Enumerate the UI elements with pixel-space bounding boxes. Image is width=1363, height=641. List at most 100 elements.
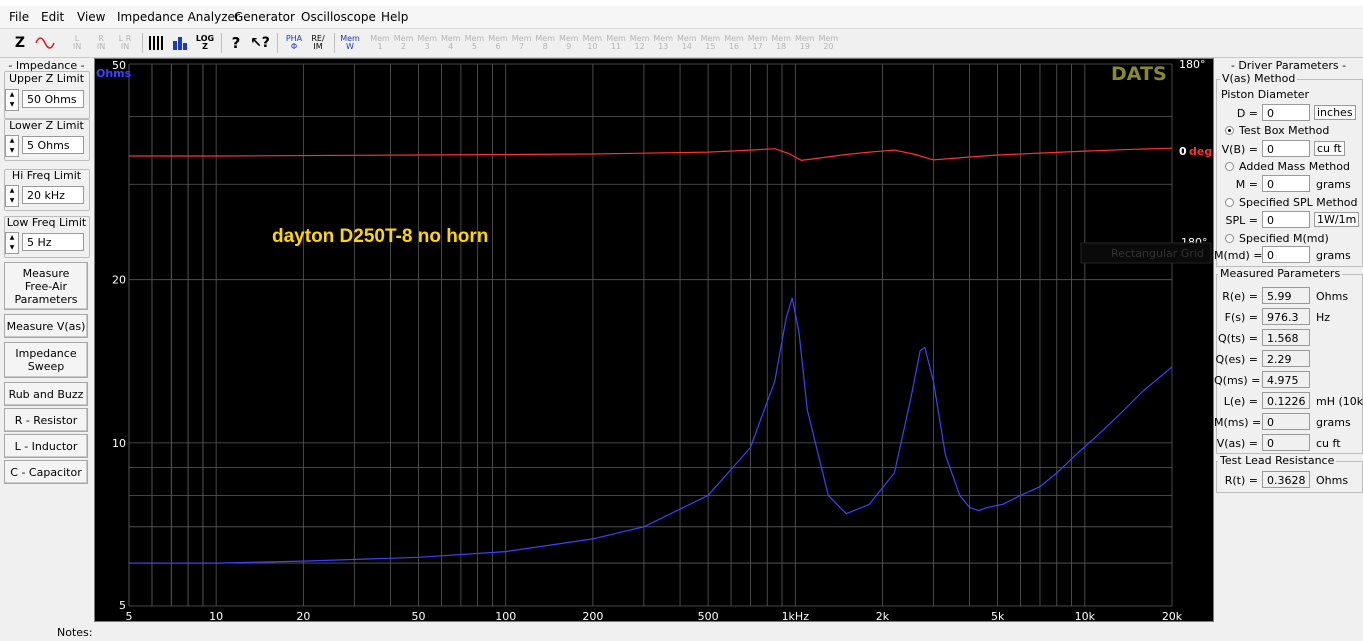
memory-slot-button[interactable]: Mem 10 <box>581 32 603 54</box>
d-field[interactable]: 0 <box>1262 104 1310 121</box>
frequency-bars-icon[interactable] <box>146 32 168 54</box>
menu-file[interactable]: File <box>9 10 29 24</box>
menu-impedance-analyzer[interactable]: Impedance Analyzer <box>117 10 240 24</box>
added-mass-radio[interactable] <box>1225 162 1234 171</box>
menu-help[interactable]: Help <box>381 10 408 24</box>
m-field[interactable]: 0 <box>1262 175 1310 192</box>
measure-free-air-button[interactable]: Measure Free-Air Parameters <box>4 262 88 310</box>
bar-graph-icon[interactable] <box>170 32 192 54</box>
y-axis-unit: Ohms <box>96 67 132 80</box>
added-mass-label: Added Mass Method <box>1239 160 1350 173</box>
inductor-button[interactable]: L - Inductor <box>4 434 88 458</box>
test-box-radio[interactable] <box>1225 126 1234 135</box>
memory-slot-button[interactable]: Mem 12 <box>629 32 651 54</box>
d-unit[interactable]: inches <box>1314 105 1356 120</box>
memory-slot-button[interactable]: Mem 11 <box>605 32 627 54</box>
param-unit: grams <box>1316 416 1351 429</box>
memory-slot-button[interactable]: Mem 19 <box>794 32 816 54</box>
x-tick-label: 200 <box>582 610 603 621</box>
log-z-icon[interactable]: LOG Z <box>194 32 216 54</box>
memory-slot-button[interactable]: Mem 20 <box>817 32 839 54</box>
m-unit: grams <box>1316 178 1351 191</box>
x-tick-label: 500 <box>698 610 719 621</box>
phase-axis-top: 180° <box>1179 59 1206 71</box>
lower-z-spinner[interactable]: ▲ ▼ <box>5 135 19 157</box>
memory-write-icon[interactable]: Mem W <box>338 32 362 54</box>
spl-field[interactable]: 0 <box>1262 211 1310 228</box>
measure-vas-button[interactable]: Measure V(as) <box>4 314 88 338</box>
low-freq-field[interactable]: 5 Hz <box>22 233 84 251</box>
spl-unit[interactable]: 1W/1m <box>1314 212 1360 227</box>
low-freq-spinner[interactable]: ▲ ▼ <box>5 232 19 254</box>
memory-slot-button[interactable]: Mem 14 <box>676 32 698 54</box>
y-tick-label: 20 <box>112 274 126 287</box>
toolbar-separator <box>277 33 278 53</box>
impedance-panel: - Impedance - Upper Z Limit ▲ ▼ 50 Ohms L… <box>0 57 93 617</box>
measured-parameters-label: Measured Parameters <box>1218 267 1343 280</box>
real-imaginary-icon[interactable]: RE/ IM <box>306 32 330 54</box>
param-value: 0 <box>1262 434 1310 451</box>
memory-slot-button[interactable]: Mem 8 <box>534 32 556 54</box>
memory-slot-button[interactable]: Mem 7 <box>511 32 533 54</box>
upper-z-spinner[interactable]: ▲ ▼ <box>5 89 19 111</box>
context-help-icon[interactable]: ↖? <box>249 32 271 54</box>
hi-freq-field[interactable]: 20 kHz <box>22 186 84 204</box>
upper-z-field[interactable]: 50 Ohms <box>22 90 84 108</box>
impedance-z-icon[interactable]: Z <box>10 32 30 54</box>
impedance-sweep-button[interactable]: Impedance Sweep <box>4 342 88 378</box>
memory-slot-button[interactable]: Mem 15 <box>699 32 721 54</box>
x-tick-label: 50 <box>412 610 426 621</box>
phase-axis-mid-unit: deg <box>1189 145 1212 158</box>
memory-slot-button[interactable]: Mem 4 <box>440 32 462 54</box>
x-tick-label: 5k <box>991 610 1005 621</box>
param-label: L(e) = <box>1223 395 1258 408</box>
memory-slot-button[interactable]: Mem 6 <box>487 32 509 54</box>
help-question-icon[interactable]: ? <box>226 32 246 54</box>
param-label: Q(ts) = <box>1218 332 1258 345</box>
resistor-button[interactable]: R - Resistor <box>4 408 88 432</box>
memory-slot-button[interactable]: Mem 1 <box>369 32 391 54</box>
sine-wave-icon[interactable] <box>34 32 56 54</box>
d-label: D = <box>1236 107 1258 120</box>
memory-slot-button[interactable]: Mem 18 <box>770 32 792 54</box>
impedance-chart[interactable]: 5 10 20 50 100 200 500 1kHz 2k 5k 10k 20k 50 20 10 5 O… <box>94 58 1214 622</box>
notes-label: Notes: <box>57 626 93 639</box>
capacitor-button[interactable]: C - Capacitor <box>4 460 88 484</box>
memory-slot-button[interactable]: Mem 17 <box>747 32 769 54</box>
toolbar-separator <box>142 33 143 53</box>
x-tick-label: 20 <box>296 610 310 621</box>
memory-slot-button[interactable]: Mem 9 <box>558 32 580 54</box>
mmd-method-label: Specified M(md) <box>1239 232 1329 245</box>
menu-generator[interactable]: Generator <box>234 10 295 24</box>
mmd-method-radio[interactable] <box>1225 234 1234 243</box>
rt-field: 0.3628 <box>1262 471 1310 488</box>
spl-label: SPL = <box>1225 214 1258 227</box>
param-value: 0 <box>1262 413 1310 430</box>
param-value: 0.1226 <box>1262 392 1310 409</box>
right-input-icon[interactable]: R IN <box>90 32 112 54</box>
vb-unit[interactable]: cu ft <box>1314 141 1345 156</box>
hi-freq-spinner[interactable]: ▲ ▼ <box>5 185 19 207</box>
left-input-icon[interactable]: L IN <box>66 32 88 54</box>
phase-icon[interactable]: PHA Φ <box>282 32 306 54</box>
spl-method-radio[interactable] <box>1225 198 1234 207</box>
memory-slot-button[interactable]: Mem 16 <box>723 32 745 54</box>
x-tick-label: 5 <box>126 610 133 621</box>
mmd-field[interactable]: 0 <box>1262 246 1310 263</box>
param-label: F(s) = <box>1224 311 1258 324</box>
toolbar-separator <box>334 33 335 53</box>
memory-slot-button[interactable]: Mem 13 <box>652 32 674 54</box>
vb-field[interactable]: 0 <box>1262 140 1310 157</box>
lr-input-icon[interactable]: L R IN <box>114 32 136 54</box>
memory-slot-button[interactable]: Mem 3 <box>416 32 438 54</box>
lower-z-field[interactable]: 5 Ohms <box>22 136 84 154</box>
y-tick-label: 5 <box>119 599 126 612</box>
memory-slot-button[interactable]: Mem 2 <box>393 32 415 54</box>
rub-and-buzz-button[interactable]: Rub and Buzz <box>4 382 88 406</box>
menu-view[interactable]: View <box>77 10 105 24</box>
menu-edit[interactable]: Edit <box>41 10 64 24</box>
menu-oscilloscope[interactable]: Oscilloscope <box>301 10 376 24</box>
x-tick-label: 20k <box>1162 610 1183 621</box>
toolbar-separator <box>221 33 222 53</box>
memory-slot-button[interactable]: Mem 5 <box>463 32 485 54</box>
